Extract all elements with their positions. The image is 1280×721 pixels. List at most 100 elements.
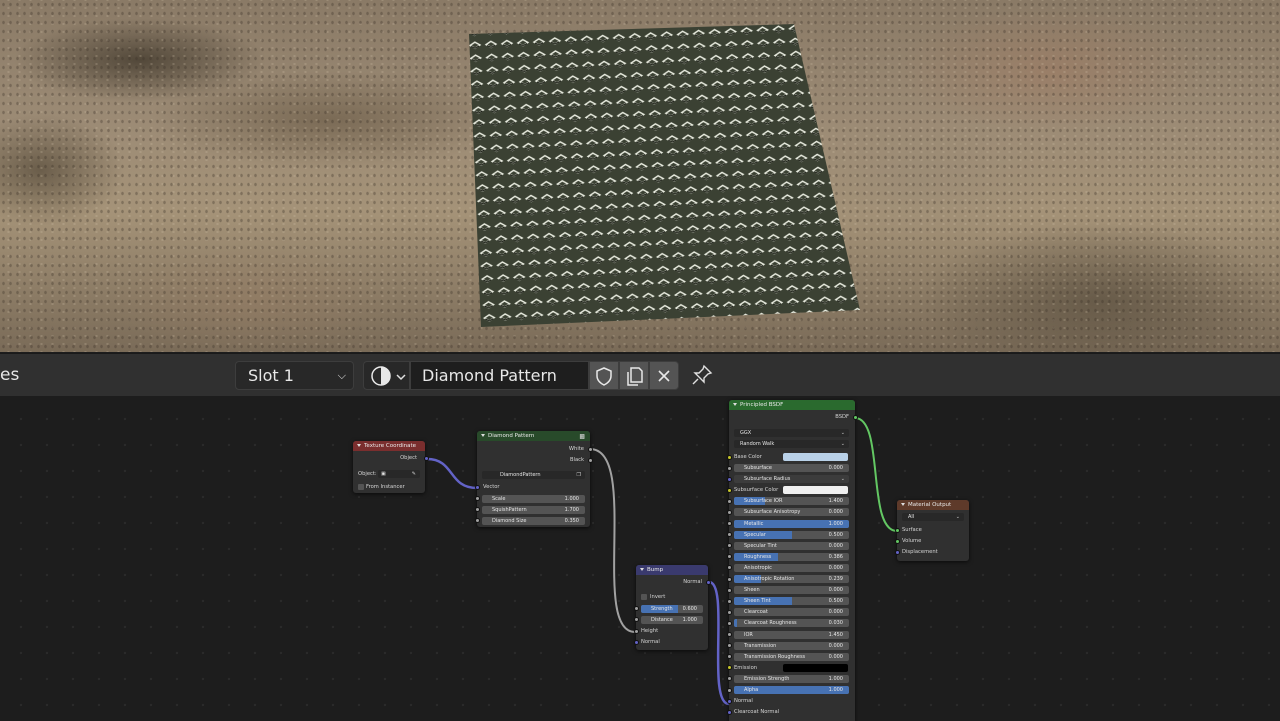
property-field[interactable]: Clearcoat 0.000	[734, 608, 849, 617]
fake-user-shield-icon	[596, 367, 612, 386]
input-socket[interactable]	[727, 487, 732, 493]
property-field[interactable]: Subsurface IOR 1.400	[734, 497, 849, 506]
input-socket[interactable]	[727, 576, 732, 582]
output-white: White	[568, 446, 584, 452]
object-output-socket[interactable]	[424, 456, 429, 461]
from-instancer-checkbox[interactable]	[358, 484, 364, 490]
distribution-dropdown[interactable]: GGX ⌄	[734, 429, 849, 437]
property-field[interactable]: Transmission 0.000	[734, 641, 849, 650]
field-label: Anisotropic	[744, 564, 772, 571]
object-picker[interactable]: ▣ ✎	[378, 470, 420, 478]
input-socket[interactable]	[727, 665, 732, 671]
browse-material-button[interactable]	[363, 361, 410, 390]
node-editor-canvas[interactable]	[0, 396, 1280, 721]
input-socket[interactable]	[727, 565, 732, 571]
white-output-socket[interactable]	[588, 447, 593, 452]
vector-input-socket[interactable]	[475, 485, 480, 490]
fake-user-button[interactable]	[589, 361, 619, 390]
subsurface-color-swatch[interactable]	[783, 486, 848, 495]
property-field[interactable]: Subsurface 0.000	[734, 464, 849, 472]
strength-input-socket[interactable]	[634, 606, 639, 611]
field-value: 0.239	[828, 576, 843, 582]
scale-input-socket[interactable]	[475, 496, 480, 501]
property-field[interactable]: Specular 0.500	[734, 530, 849, 539]
input-socket[interactable]	[727, 465, 732, 471]
normal-input-socket[interactable]	[634, 640, 639, 645]
input-socket[interactable]	[727, 521, 732, 526]
black-output-socket[interactable]	[588, 458, 593, 463]
property-field[interactable]: Specular Tint 0.000	[734, 541, 849, 550]
target-dropdown[interactable]: All ⌄	[902, 513, 964, 521]
property-field[interactable]: Sheen 0.000	[734, 586, 849, 595]
strength-field[interactable]: Strength 0.600	[641, 605, 703, 613]
property-field[interactable]: Roughness 0.386	[734, 552, 849, 561]
input-socket[interactable]	[727, 687, 732, 693]
bsdf-output-socket[interactable]	[853, 415, 858, 420]
emission-color-swatch[interactable]	[783, 663, 848, 672]
scale-field[interactable]: Scale 1.000	[482, 495, 585, 503]
texture-coordinate-node[interactable]: Texture Coordinate Object Object: ▣ ✎ Fr…	[353, 441, 429, 493]
displacement-input-socket[interactable]	[895, 550, 900, 555]
field-value: 0.500	[828, 598, 843, 605]
field-label: Transmission Roughness	[744, 653, 806, 660]
input-socket[interactable]	[727, 632, 732, 637]
slot-dropdown[interactable]: Slot 1 ⌵	[235, 361, 354, 390]
property-field[interactable]: Transmission Roughness 0.000	[734, 652, 849, 661]
input-socket[interactable]	[727, 654, 732, 660]
property-field[interactable]: Anisotropic 0.000	[734, 563, 849, 572]
bump-node[interactable]: Bump Normal Invert Strength 0.600 Distan…	[634, 565, 711, 650]
distance-field[interactable]: Distance 1.000	[641, 616, 703, 624]
diamond-size-field[interactable]: Diamond Size 0.350	[482, 517, 585, 525]
subsurface-method-dropdown[interactable]: Random Walk ⌄	[734, 440, 849, 448]
principled-bsdf-node[interactable]: Principled BSDF BSDF GGX ⌄ Random Walk ⌄…	[727, 400, 858, 721]
input-socket[interactable]	[727, 587, 732, 593]
input-socket[interactable]	[727, 476, 732, 482]
input-socket[interactable]	[727, 554, 732, 560]
input-socket[interactable]	[727, 676, 732, 682]
distance-input-socket[interactable]	[634, 617, 639, 622]
property-field[interactable]: Subsurface Anisotropy 0.000	[734, 508, 849, 517]
input-socket[interactable]	[727, 698, 732, 704]
property-field[interactable]: Clearcoat Roughness 0.030	[734, 619, 849, 628]
material-name-field[interactable]: Diamond Pattern	[410, 361, 589, 390]
pin-icon[interactable]	[690, 363, 714, 387]
field-label: Subsurface Anisotropy	[744, 509, 801, 516]
material-output-node[interactable]: Material Output All ⌄ Surface Volume Dis…	[895, 500, 969, 561]
input-socket[interactable]	[727, 598, 732, 604]
property-field[interactable]: Emission Strength 1.000	[734, 674, 849, 683]
property-field[interactable]: Alpha 1.000	[734, 686, 849, 694]
squish-pattern-field[interactable]: SquishPattern 1.700	[482, 506, 585, 514]
chevron-down-icon: ⌄	[840, 430, 845, 436]
surface-input-socket[interactable]	[895, 528, 900, 533]
property-field[interactable]: Anisotropic Rotation 0.239	[734, 575, 849, 583]
squish-input-socket[interactable]	[475, 507, 480, 512]
eyedropper-icon[interactable]: ✎	[412, 470, 416, 478]
property-field[interactable]: Metallic 1.000	[734, 519, 849, 528]
input-socket[interactable]	[727, 609, 732, 615]
input-socket[interactable]	[727, 498, 732, 504]
input-socket[interactable]	[727, 620, 732, 626]
base-color-input-socket[interactable]	[727, 455, 732, 460]
duplicate-material-button[interactable]	[619, 361, 649, 390]
input-socket[interactable]	[727, 543, 732, 549]
unlink-material-button[interactable]	[649, 361, 679, 390]
node-group-datablock[interactable]: DiamondPattern ❐	[482, 471, 585, 479]
input-socket[interactable]	[727, 709, 732, 715]
property-field[interactable]: Sheen Tint 0.500	[734, 597, 849, 606]
field-label: Scale	[492, 496, 506, 502]
diamond-pattern-node[interactable]: Diamond Pattern ▩ White Black DiamondPat…	[475, 431, 593, 527]
base-color-swatch[interactable]	[783, 453, 848, 461]
input-socket[interactable]	[727, 643, 732, 649]
node-title: Material Output	[897, 500, 969, 510]
height-input-socket[interactable]	[634, 629, 639, 634]
diamond-size-input-socket[interactable]	[475, 518, 480, 523]
subsurface-radius-dropdown[interactable]: Subsurface Radius ⌄	[734, 475, 849, 484]
normal-output-socket[interactable]	[706, 580, 711, 585]
input-socket[interactable]	[727, 532, 732, 538]
invert-checkbox[interactable]	[641, 594, 647, 600]
3d-viewport[interactable]	[0, 0, 1280, 352]
input-socket[interactable]	[727, 509, 732, 515]
copy-icon[interactable]: ❐	[577, 471, 581, 479]
property-field[interactable]: IOR 1.450	[734, 630, 849, 639]
volume-input-socket[interactable]	[895, 539, 900, 544]
